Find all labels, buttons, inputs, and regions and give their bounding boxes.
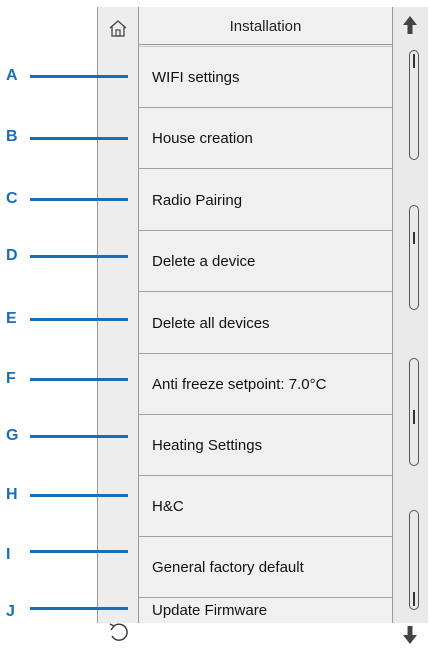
- menu-item-label: WIFI settings: [152, 68, 240, 86]
- callout-label-c: C: [6, 190, 18, 207]
- menu-item-label: Anti freeze setpoint: 7.0°C: [152, 375, 327, 393]
- back-icon[interactable]: [106, 620, 130, 644]
- scroll-thumb[interactable]: [409, 205, 419, 310]
- menu-item-heating-settings[interactable]: Heating Settings: [139, 415, 392, 476]
- scroll-indicator: [413, 54, 415, 68]
- arrow-up-icon[interactable]: [400, 14, 420, 42]
- menu-item-house-creation[interactable]: House creation: [139, 108, 392, 169]
- callout-label-b: B: [6, 128, 18, 145]
- callout-label-d: D: [6, 247, 18, 264]
- menu-item-general-factory-default[interactable]: General factory default: [139, 537, 392, 598]
- callout-label-a: A: [6, 67, 18, 84]
- callout-label-j: J: [6, 603, 15, 620]
- menu-item-h-and-c[interactable]: H&C: [139, 476, 392, 537]
- callout-line-d: [30, 255, 128, 258]
- menu-item-delete-device[interactable]: Delete a device: [139, 231, 392, 292]
- menu-item-label: House creation: [152, 129, 253, 147]
- callout-line-c: [30, 198, 128, 201]
- scroll-indicator: [413, 592, 415, 606]
- home-icon[interactable]: [107, 17, 129, 39]
- callout-label-g: G: [6, 427, 19, 444]
- callout-label-e: E: [6, 310, 17, 327]
- scroll-indicator: [413, 410, 415, 424]
- menu-item-anti-freeze-setpoint[interactable]: Anti freeze setpoint: 7.0°C: [139, 354, 392, 415]
- menu-item-wifi-settings[interactable]: WIFI settings: [139, 47, 392, 108]
- menu-item-delete-all-devices[interactable]: Delete all devices: [139, 293, 392, 354]
- callout-label-h: H: [6, 486, 18, 503]
- arrow-down-icon[interactable]: [400, 624, 420, 652]
- callout-line-a: [30, 75, 128, 78]
- scroll-indicator: [413, 232, 415, 244]
- callout-line-h: [30, 494, 128, 497]
- callout-label-f: F: [6, 370, 16, 387]
- callout-line-e: [30, 318, 128, 321]
- menu-item-label: Update Firmware: [152, 602, 268, 619]
- callout-line-j: [30, 607, 128, 610]
- callout-label-i: I: [6, 546, 11, 563]
- menu-item-label: Radio Pairing: [152, 191, 243, 209]
- menu-item-label: Delete a device: [152, 252, 256, 270]
- menu-item-label: Heating Settings: [152, 436, 263, 454]
- menu-item-radio-pairing[interactable]: Radio Pairing: [139, 170, 392, 231]
- callout-line-i: [30, 550, 128, 553]
- left-toolbar: [97, 7, 139, 623]
- menu-item-label: General factory default: [152, 558, 304, 576]
- menu-item-update-firmware[interactable]: Update Firmware: [139, 598, 392, 623]
- callout-line-f: [30, 378, 128, 381]
- menu-item-label: H&C: [152, 497, 184, 515]
- callout-line-g: [30, 435, 128, 438]
- callout-line-b: [30, 137, 128, 140]
- page-title: Installation: [229, 18, 302, 35]
- menu-item-label: Delete all devices: [152, 314, 270, 332]
